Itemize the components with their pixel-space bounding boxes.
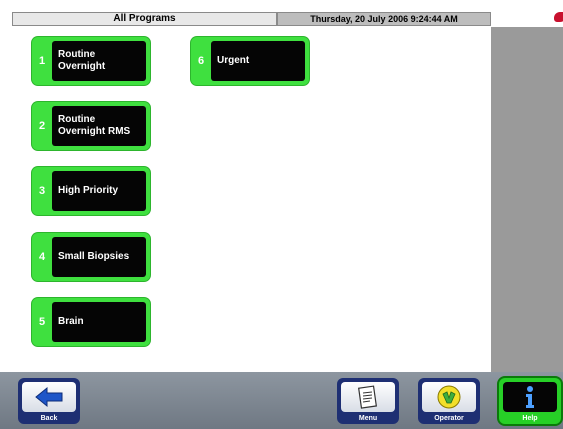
program-name-line1: Routine <box>58 49 96 60</box>
help-label: Help <box>522 415 538 422</box>
menu-button-face <box>341 382 395 412</box>
operator-button[interactable]: Operator <box>418 378 480 424</box>
program-face: Small Biopsies <box>52 237 146 277</box>
program-face: High Priority <box>52 171 146 211</box>
operator-button-face <box>422 382 476 412</box>
program-face: Routine Overnight RMS <box>52 106 146 146</box>
operator-label: Operator <box>434 415 464 422</box>
program-number: 4 <box>38 251 46 263</box>
program-name-line1: Routine <box>58 114 96 125</box>
program-face: Brain <box>52 302 146 342</box>
program-face: Urgent <box>211 41 305 81</box>
notepad-icon <box>358 385 378 409</box>
info-icon <box>526 386 534 408</box>
help-button-face <box>503 382 557 412</box>
program-name-line1: Urgent <box>217 55 250 66</box>
program-button-3[interactable]: 3 High Priority <box>32 167 150 215</box>
screen-title: All Programs <box>12 12 277 26</box>
side-panel <box>491 27 563 372</box>
bottom-toolbar: Back Menu Operator Help <box>0 372 563 429</box>
program-button-6[interactable]: 6 Urgent <box>191 37 309 85</box>
status-indicator-icon <box>554 12 563 22</box>
program-button-5[interactable]: 5 Brain <box>32 298 150 346</box>
program-face: Routine Overnight <box>52 41 146 81</box>
back-button[interactable]: Back <box>18 378 80 424</box>
menu-button[interactable]: Menu <box>337 378 399 424</box>
program-number: 1 <box>38 55 46 67</box>
program-number: 6 <box>197 55 205 67</box>
program-number: 3 <box>38 185 46 197</box>
program-button-1[interactable]: 1 Routine Overnight <box>32 37 150 85</box>
arrow-left-icon <box>35 386 63 408</box>
program-name-line1: High Priority <box>58 185 119 196</box>
back-button-face <box>22 382 76 412</box>
program-button-4[interactable]: 4 Small Biopsies <box>32 233 150 281</box>
back-label: Back <box>40 415 58 422</box>
program-name-line2: Overnight <box>58 61 106 72</box>
operator-badge-icon <box>437 385 461 409</box>
program-name-line1: Brain <box>58 316 84 327</box>
help-button[interactable]: Help <box>499 378 561 424</box>
program-number: 2 <box>38 120 46 132</box>
menu-label: Menu <box>358 415 378 422</box>
program-name-line2: Overnight RMS <box>58 126 131 137</box>
program-button-2[interactable]: 2 Routine Overnight RMS <box>32 102 150 150</box>
date-time-display: Thursday, 20 July 2006 9:24:44 AM <box>277 12 491 26</box>
program-name-line1: Small Biopsies <box>58 251 130 262</box>
program-number: 5 <box>38 316 46 328</box>
title-bar: All Programs Thursday, 20 July 2006 9:24… <box>0 0 563 27</box>
program-list: 1 Routine Overnight 2 Routine Overnight … <box>12 27 491 372</box>
